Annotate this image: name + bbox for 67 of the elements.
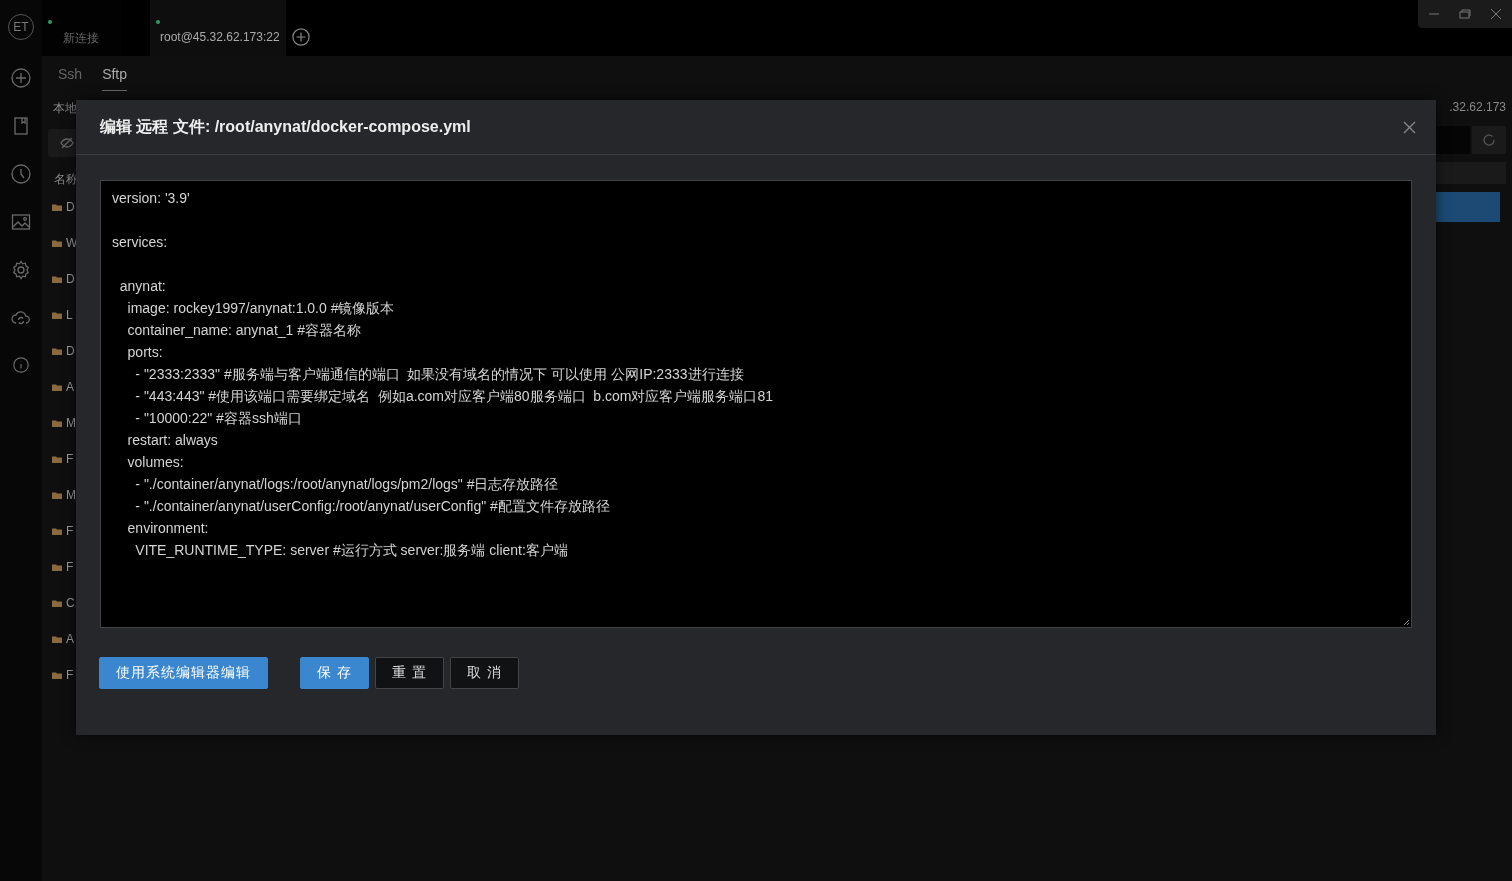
folder-icon: [52, 671, 62, 679]
file-name[interactable]: L: [66, 308, 73, 322]
folder-icon: [52, 347, 62, 355]
code-line: version: '3.9': [112, 189, 190, 208]
file-name[interactable]: F: [66, 668, 74, 682]
clock-icon[interactable]: [11, 164, 31, 184]
code-line: - "2333:2333" #服务端与客户端通信的端口 如果没有域名的情况下 可以使用 公网IP:2333进行连接: [134, 365, 744, 384]
file-name[interactable]: M: [66, 416, 76, 430]
dialog-button[interactable]: 使用系统编辑器编辑: [99, 657, 268, 689]
folder-icon: [52, 419, 62, 427]
code-line: container_name: anynat_1 #容器名称: [126, 321, 362, 340]
settings-icon[interactable]: [11, 260, 31, 280]
file-name[interactable]: C: [66, 596, 75, 610]
dialog-title: 编辑 远程 文件: /root/anynat/docker-compose.yml: [100, 116, 471, 137]
add-tab-icon[interactable]: [291, 28, 310, 46]
code-line: volumes:: [126, 453, 184, 472]
folder-icon: [52, 383, 62, 391]
file-name[interactable]: F: [66, 452, 74, 466]
code-line: - "10000:22" #容器ssh端口: [134, 409, 302, 428]
code-line: anynat:: [118, 277, 166, 296]
panel-title: 本地: [52, 100, 78, 117]
code-line: - "443:443" #使用该端口需要绑定域名 例如a.com对应客户端80服务端口 b.com对应客户端服务端口81: [134, 387, 774, 406]
connection-tab[interactable]: root@45.32.62.173:22: [150, 0, 286, 56]
add-icon[interactable]: [11, 68, 31, 88]
folder-icon: [52, 491, 62, 499]
code-line: restart: always: [126, 431, 218, 450]
file-name[interactable]: D: [66, 344, 75, 358]
folder-icon: [52, 635, 62, 643]
file-name[interactable]: F: [66, 524, 74, 538]
refresh-button[interactable]: [1472, 126, 1506, 154]
info-icon[interactable]: [12, 356, 30, 374]
code-editor[interactable]: [100, 180, 1412, 628]
dialog-button[interactable]: 重 置: [374, 657, 444, 689]
folder-icon: [52, 563, 62, 571]
file-name[interactable]: A: [66, 380, 74, 394]
folder-icon: [52, 455, 62, 463]
sub-tab[interactable]: Sftp: [102, 66, 128, 91]
code-line: environment:: [126, 519, 209, 538]
refresh-icon[interactable]: [1482, 133, 1496, 147]
restore-icon[interactable]: [1459, 8, 1471, 20]
close-icon[interactable]: [1490, 8, 1503, 20]
code-line: services:: [112, 233, 168, 252]
code-line: VITE_RUNTIME_TYPE: server #运行方式 server:服务端 client:客户端: [134, 541, 568, 560]
sub-tab[interactable]: Ssh: [58, 66, 83, 90]
file-name[interactable]: A: [66, 632, 74, 646]
folder-icon: [52, 311, 62, 319]
folder-icon: [52, 599, 62, 607]
resize-grip-icon[interactable]: [1403, 619, 1410, 626]
eye-off-icon[interactable]: [60, 137, 74, 149]
folder-icon: [52, 203, 62, 211]
close-icon[interactable]: [1403, 120, 1416, 134]
image-icon[interactable]: [11, 212, 31, 232]
file-name[interactable]: F: [66, 560, 74, 574]
code-line: - "./container/anynat/logs:/root/anynat/logs/pm2/logs" #日志存放路径: [134, 475, 559, 494]
file-name[interactable]: D: [66, 272, 75, 286]
file-name[interactable]: D: [66, 200, 75, 214]
folder-icon: [52, 275, 62, 283]
folder-icon: [52, 527, 62, 535]
code-line: image: rockey1997/anynat:1.0.0 #镜像版本: [126, 299, 395, 318]
host-label: .32.62.173: [1449, 100, 1506, 114]
code-line: ports:: [126, 343, 163, 362]
dialog-button[interactable]: 取 消: [449, 657, 519, 689]
bookmark-icon[interactable]: [11, 116, 31, 136]
dialog-button[interactable]: 保 存: [300, 657, 369, 689]
file-name[interactable]: M: [66, 488, 76, 502]
folder-icon: [52, 239, 62, 247]
code-line: - "./container/anynat/userConfig:/root/anynat/userConfig" #配置文件存放路径: [134, 497, 610, 516]
